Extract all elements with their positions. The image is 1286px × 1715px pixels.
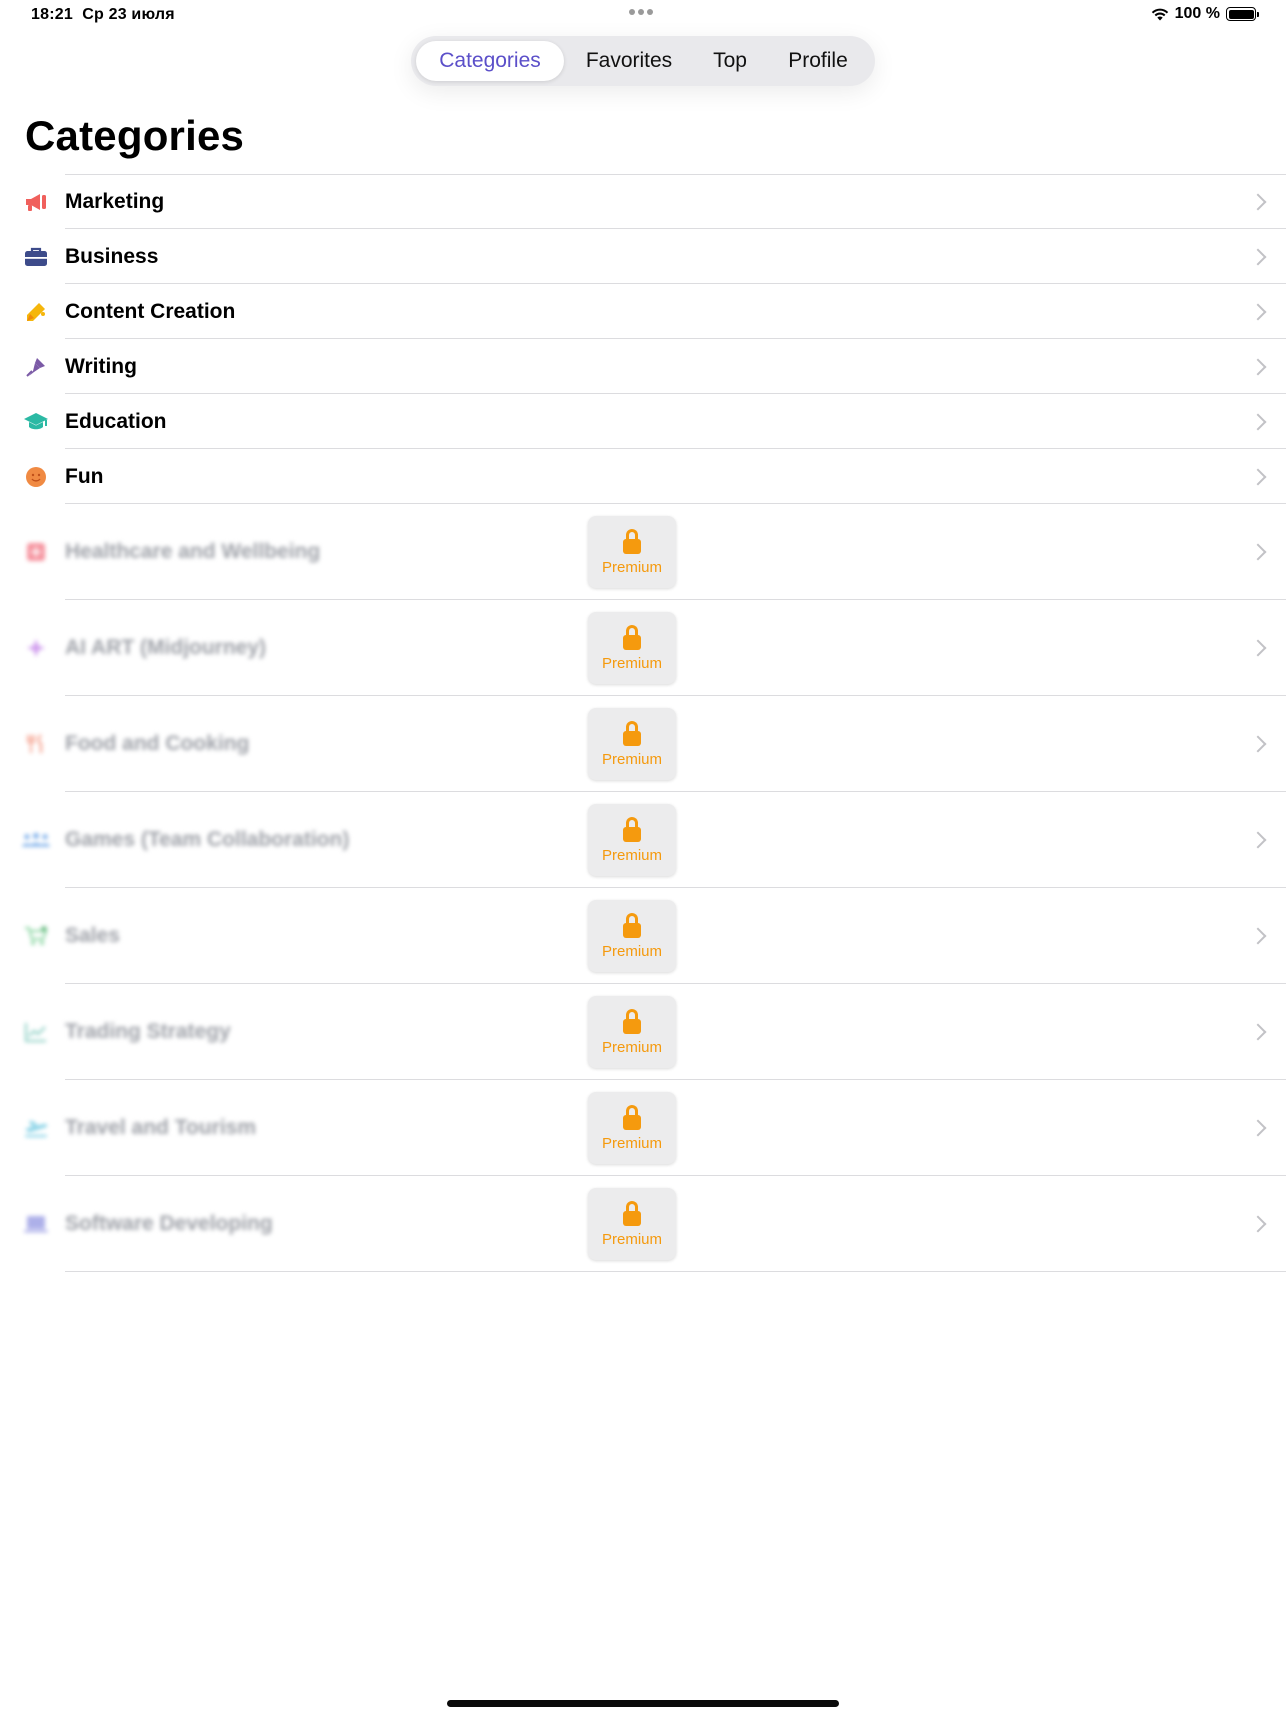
chevron-right-icon [1249, 248, 1267, 265]
premium-label: Premium [601, 558, 662, 576]
people-icon [22, 826, 50, 854]
premium-badge[interactable]: Premium [588, 708, 676, 780]
battery-icon [1226, 7, 1259, 21]
category-row[interactable]: Fun [0, 449, 1286, 504]
premium-label: Premium [601, 654, 662, 672]
chevron-right-icon [1249, 639, 1267, 657]
category-label: Content Creation [65, 299, 236, 323]
category-label: Games (Team Collaboration) [65, 828, 350, 851]
chevron-right-icon [1249, 413, 1267, 430]
category-label: Sales [65, 924, 120, 947]
category-row[interactable]: Writing [0, 339, 1286, 394]
status-time: 18:21 [31, 6, 73, 23]
premium-label: Premium [601, 1230, 662, 1248]
home-indicator[interactable] [447, 1700, 839, 1707]
pen-icon [22, 353, 50, 381]
status-bar: 18:21 Ср 23 июля 100 % [0, 0, 1286, 30]
chart-icon [22, 1018, 50, 1046]
premium-badge[interactable]: Premium [588, 1188, 676, 1260]
category-row[interactable]: Trading Strategy Premium [0, 984, 1286, 1080]
premium-badge[interactable]: Premium [588, 516, 676, 588]
premium-label: Premium [601, 750, 662, 768]
status-time-date: 18:21 Ср 23 июля [31, 6, 175, 24]
premium-badge[interactable]: Premium [588, 1092, 676, 1164]
category-row[interactable]: Healthcare and Wellbeing Premium [0, 504, 1286, 600]
category-label: Healthcare and Wellbeing [65, 540, 321, 563]
chevron-right-icon [1249, 303, 1267, 320]
category-row[interactable]: Software Developing Premium [0, 1176, 1286, 1272]
category-label: Marketing [65, 189, 165, 213]
tab-favorites[interactable]: Favorites [564, 41, 694, 81]
briefcase-icon [22, 243, 50, 271]
premium-badge[interactable]: Premium [588, 900, 676, 972]
chevron-right-icon [1249, 735, 1267, 753]
chevron-right-icon [1249, 927, 1267, 945]
wifi-icon [1151, 8, 1168, 21]
category-label: Travel and Tourism [65, 1116, 256, 1139]
premium-label: Premium [601, 1038, 662, 1056]
chevron-right-icon [1249, 468, 1267, 485]
battery-percent: 100 % [1174, 5, 1220, 22]
chevron-right-icon [1249, 831, 1267, 849]
premium-label: Premium [601, 846, 662, 864]
category-label: Food and Cooking [65, 732, 250, 755]
laptop-icon [22, 1210, 50, 1238]
page-title: Categories [25, 112, 245, 159]
tab-categories[interactable]: Categories [416, 41, 564, 81]
category-row[interactable]: Games (Team Collaboration) Premium [0, 792, 1286, 888]
lock-icon [623, 1104, 641, 1131]
tab-top[interactable]: Top [694, 41, 766, 81]
lock-icon [623, 1200, 641, 1227]
fork-knife-icon [22, 730, 50, 758]
chevron-right-icon [1249, 543, 1267, 561]
category-row[interactable]: Travel and Tourism Premium [0, 1080, 1286, 1176]
lock-icon [623, 1008, 641, 1035]
tab-profile[interactable]: Profile [766, 41, 870, 81]
chevron-right-icon [1249, 1215, 1267, 1233]
category-row[interactable]: Content Creation [0, 284, 1286, 339]
multitasking-dots-icon[interactable] [629, 9, 653, 15]
lock-icon [623, 912, 641, 939]
pencil-icon [22, 298, 50, 326]
chevron-right-icon [1249, 1023, 1267, 1041]
category-row[interactable]: Marketing [0, 174, 1286, 229]
cart-icon [22, 922, 50, 950]
category-label: Business [65, 244, 159, 268]
category-label: Trading Strategy [65, 1020, 231, 1043]
category-label: Education [65, 409, 167, 433]
premium-badge[interactable]: Premium [588, 804, 676, 876]
premium-label: Premium [601, 1134, 662, 1152]
status-indicators: 100 % [1151, 5, 1259, 23]
sparkle-icon [22, 634, 50, 662]
category-row[interactable]: Sales Premium [0, 888, 1286, 984]
premium-label: Premium [601, 942, 662, 960]
medical-icon [22, 538, 50, 566]
status-date: Ср 23 июля [82, 6, 175, 23]
category-label: Fun [65, 464, 104, 488]
lock-icon [623, 720, 641, 747]
graduation-cap-icon [22, 408, 50, 436]
category-row[interactable]: AI ART (Midjourney) Premium [0, 600, 1286, 696]
category-row[interactable]: Education [0, 394, 1286, 449]
category-list: Marketing Business Content Creation Writing… [0, 174, 1286, 1272]
category-label: Software Developing [65, 1212, 273, 1235]
lock-icon [623, 624, 641, 651]
smiley-icon [22, 463, 50, 491]
chevron-right-icon [1249, 358, 1267, 375]
chevron-right-icon [1249, 193, 1267, 210]
chevron-right-icon [1249, 1119, 1267, 1137]
category-label: Writing [65, 354, 137, 378]
premium-badge[interactable]: Premium [588, 996, 676, 1068]
premium-badge[interactable]: Premium [588, 612, 676, 684]
category-label: AI ART (Midjourney) [65, 636, 267, 659]
lock-icon [623, 528, 641, 555]
category-row[interactable]: Business [0, 229, 1286, 284]
airplane-icon [22, 1114, 50, 1142]
megaphone-icon [22, 188, 50, 216]
category-row[interactable]: Food and Cooking Premium [0, 696, 1286, 792]
segmented-tab-bar: Categories Favorites Top Profile [411, 36, 875, 86]
lock-icon [623, 816, 641, 843]
